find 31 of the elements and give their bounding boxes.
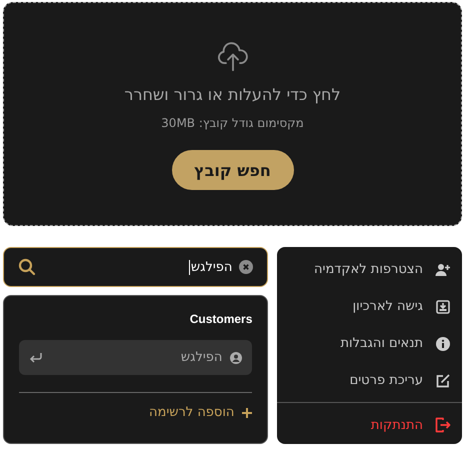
browse-file-button[interactable]: חפש קובץ xyxy=(172,150,294,190)
menu-item[interactable]: גישה לארכיון xyxy=(277,288,462,325)
menu-label: גישה לארכיון xyxy=(352,299,423,314)
result-item[interactable]: הפילגש xyxy=(19,340,252,375)
menu-item[interactable]: תנאים והגבלות xyxy=(277,325,462,362)
menu-item[interactable]: הצטרפות לאקדמיה xyxy=(277,251,462,288)
edit-icon xyxy=(435,372,451,388)
search-field[interactable]: הפילגש xyxy=(3,247,268,287)
add-to-list-link[interactable]: הוספה לרשימה xyxy=(149,405,252,420)
logout-item[interactable]: התנתקות xyxy=(277,403,462,447)
download-box-icon xyxy=(435,298,451,314)
menu-label: התנתקות xyxy=(370,418,423,432)
menu-label: תנאים והגבלות xyxy=(340,336,423,351)
search-value: הפילגש xyxy=(190,260,232,274)
upload-instruction: לחץ כדי להעלות או גרור ושחרר xyxy=(124,85,341,104)
logout-icon xyxy=(435,417,451,433)
plus-icon xyxy=(242,408,252,418)
upload-dropzone[interactable]: לחץ כדי להעלות או גרור ושחרר מקסימום גודל קובץ: 30MB חפש קובץ xyxy=(3,2,462,226)
clear-icon[interactable] xyxy=(239,260,254,274)
search-icon[interactable] xyxy=(18,258,36,276)
menu-item[interactable]: עריכת פרטים xyxy=(277,362,462,399)
add-label: הוספה לרשימה xyxy=(149,405,234,420)
enter-arrow-icon xyxy=(29,352,43,364)
info-icon xyxy=(435,336,451,352)
menu-label: הצטרפות לאקדמיה xyxy=(314,262,423,277)
results-heading: Customers xyxy=(190,312,252,326)
result-label: הפילגש xyxy=(180,350,222,365)
user-plus-icon xyxy=(435,262,451,278)
file-size-limit: מקסימום גודל קובץ: 30MB xyxy=(161,116,304,130)
menu-label: עריכת פרטים xyxy=(350,373,423,388)
user-icon xyxy=(230,352,242,364)
